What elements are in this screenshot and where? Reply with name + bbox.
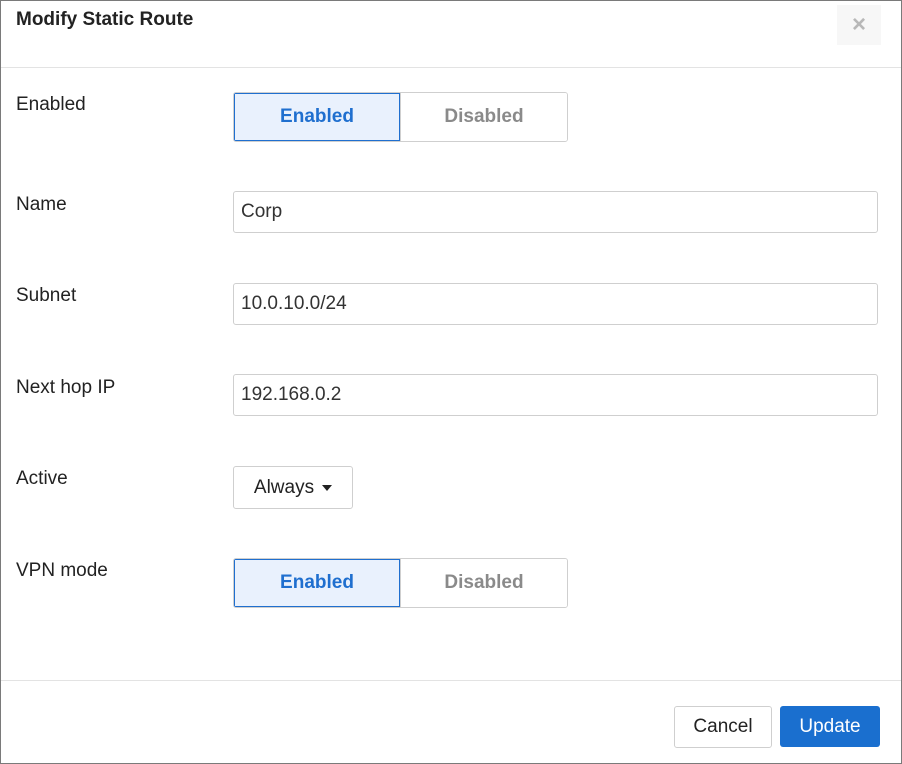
vpn-mode-label: VPN mode [16,560,108,581]
chevron-down-icon [322,484,333,491]
enabled-option-disabled[interactable]: Disabled [400,93,567,141]
dialog-header: Modify Static Route × [1,1,901,68]
next-hop-ip-label: Next hop IP [16,377,116,398]
active-select-value: Always [253,476,315,498]
footer-divider [1,680,901,681]
name-input[interactable] [233,191,878,233]
modify-static-route-dialog: Modify Static Route × Enabled Enabled Di… [0,0,902,764]
enabled-toggle: Enabled Disabled [233,92,568,142]
enabled-option-enabled[interactable]: Enabled [234,93,400,141]
subnet-input[interactable] [233,283,878,325]
dialog-title: Modify Static Route [16,9,194,30]
update-button[interactable]: Update [780,706,880,747]
vpn-mode-option-disabled[interactable]: Disabled [400,559,567,607]
active-select[interactable]: Always [233,466,353,509]
vpn-mode-option-enabled[interactable]: Enabled [234,559,400,607]
active-label: Active [16,468,68,489]
close-button[interactable]: × [837,5,881,45]
subnet-label: Subnet [16,285,77,306]
next-hop-ip-input[interactable] [233,374,878,416]
cancel-button[interactable]: Cancel [674,706,772,748]
name-label: Name [16,194,67,215]
close-icon: × [851,11,866,38]
enabled-label: Enabled [16,94,86,115]
vpn-mode-toggle: Enabled Disabled [233,558,568,608]
